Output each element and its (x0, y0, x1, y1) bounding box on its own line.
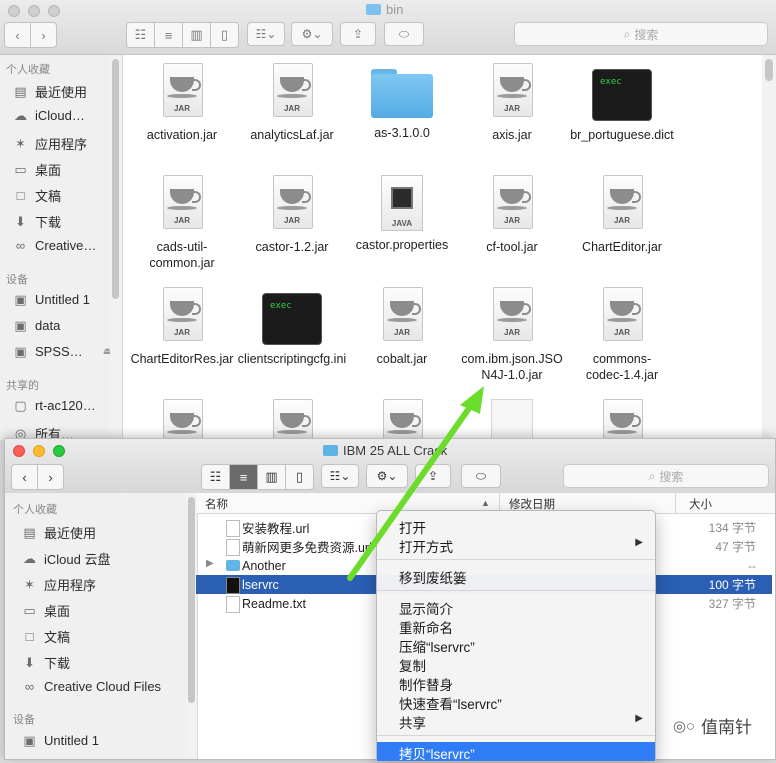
watermark-text: 值南针 (701, 718, 752, 737)
watermark: ◎○ 值南针 (673, 713, 752, 738)
wechat-icon: ◎○ (672, 717, 695, 735)
arrow-head (460, 386, 484, 414)
arrow-shaft (347, 401, 475, 581)
annotation-arrow (347, 386, 484, 581)
